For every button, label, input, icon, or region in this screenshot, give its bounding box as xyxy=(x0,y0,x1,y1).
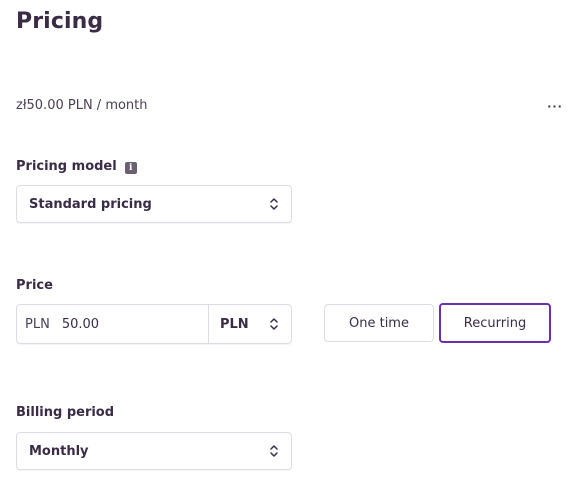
pricing-model-label: Pricing model xyxy=(16,159,117,174)
price-summary: zł50.00 PLN / month xyxy=(16,98,148,113)
price-label: Price xyxy=(16,278,53,293)
pricing-model-select[interactable]: Standard pricing xyxy=(16,185,292,223)
page-title: Pricing xyxy=(16,9,104,34)
more-horizontal-icon: ··· xyxy=(547,99,563,113)
billing-period-label: Billing period xyxy=(16,405,115,420)
more-options-button[interactable]: ··· xyxy=(543,96,567,116)
chevron-up-down-icon xyxy=(270,198,278,210)
one-time-button[interactable]: One time xyxy=(324,304,434,342)
currency-select[interactable]: PLN xyxy=(208,305,291,343)
chevron-up-down-icon xyxy=(270,445,278,457)
pricing-model-label-row: Pricing model i xyxy=(16,159,137,174)
pricing-model-value: Standard pricing xyxy=(29,196,152,212)
chevron-up-down-icon xyxy=(270,318,278,330)
info-icon[interactable]: i xyxy=(124,162,137,174)
price-amount-value: 50.00 xyxy=(61,316,100,332)
price-currency-prefix: PLN xyxy=(25,316,50,332)
recurring-button[interactable]: Recurring xyxy=(439,303,551,343)
billing-period-select[interactable]: Monthly xyxy=(16,432,292,470)
currency-value: PLN xyxy=(220,316,249,332)
price-input-group: PLN 50.00 PLN xyxy=(16,304,292,344)
billing-period-value: Monthly xyxy=(29,443,89,459)
price-amount-input[interactable]: PLN 50.00 xyxy=(17,305,208,343)
pricing-page: Pricing zł50.00 PLN / month ··· Pricing … xyxy=(0,0,574,486)
